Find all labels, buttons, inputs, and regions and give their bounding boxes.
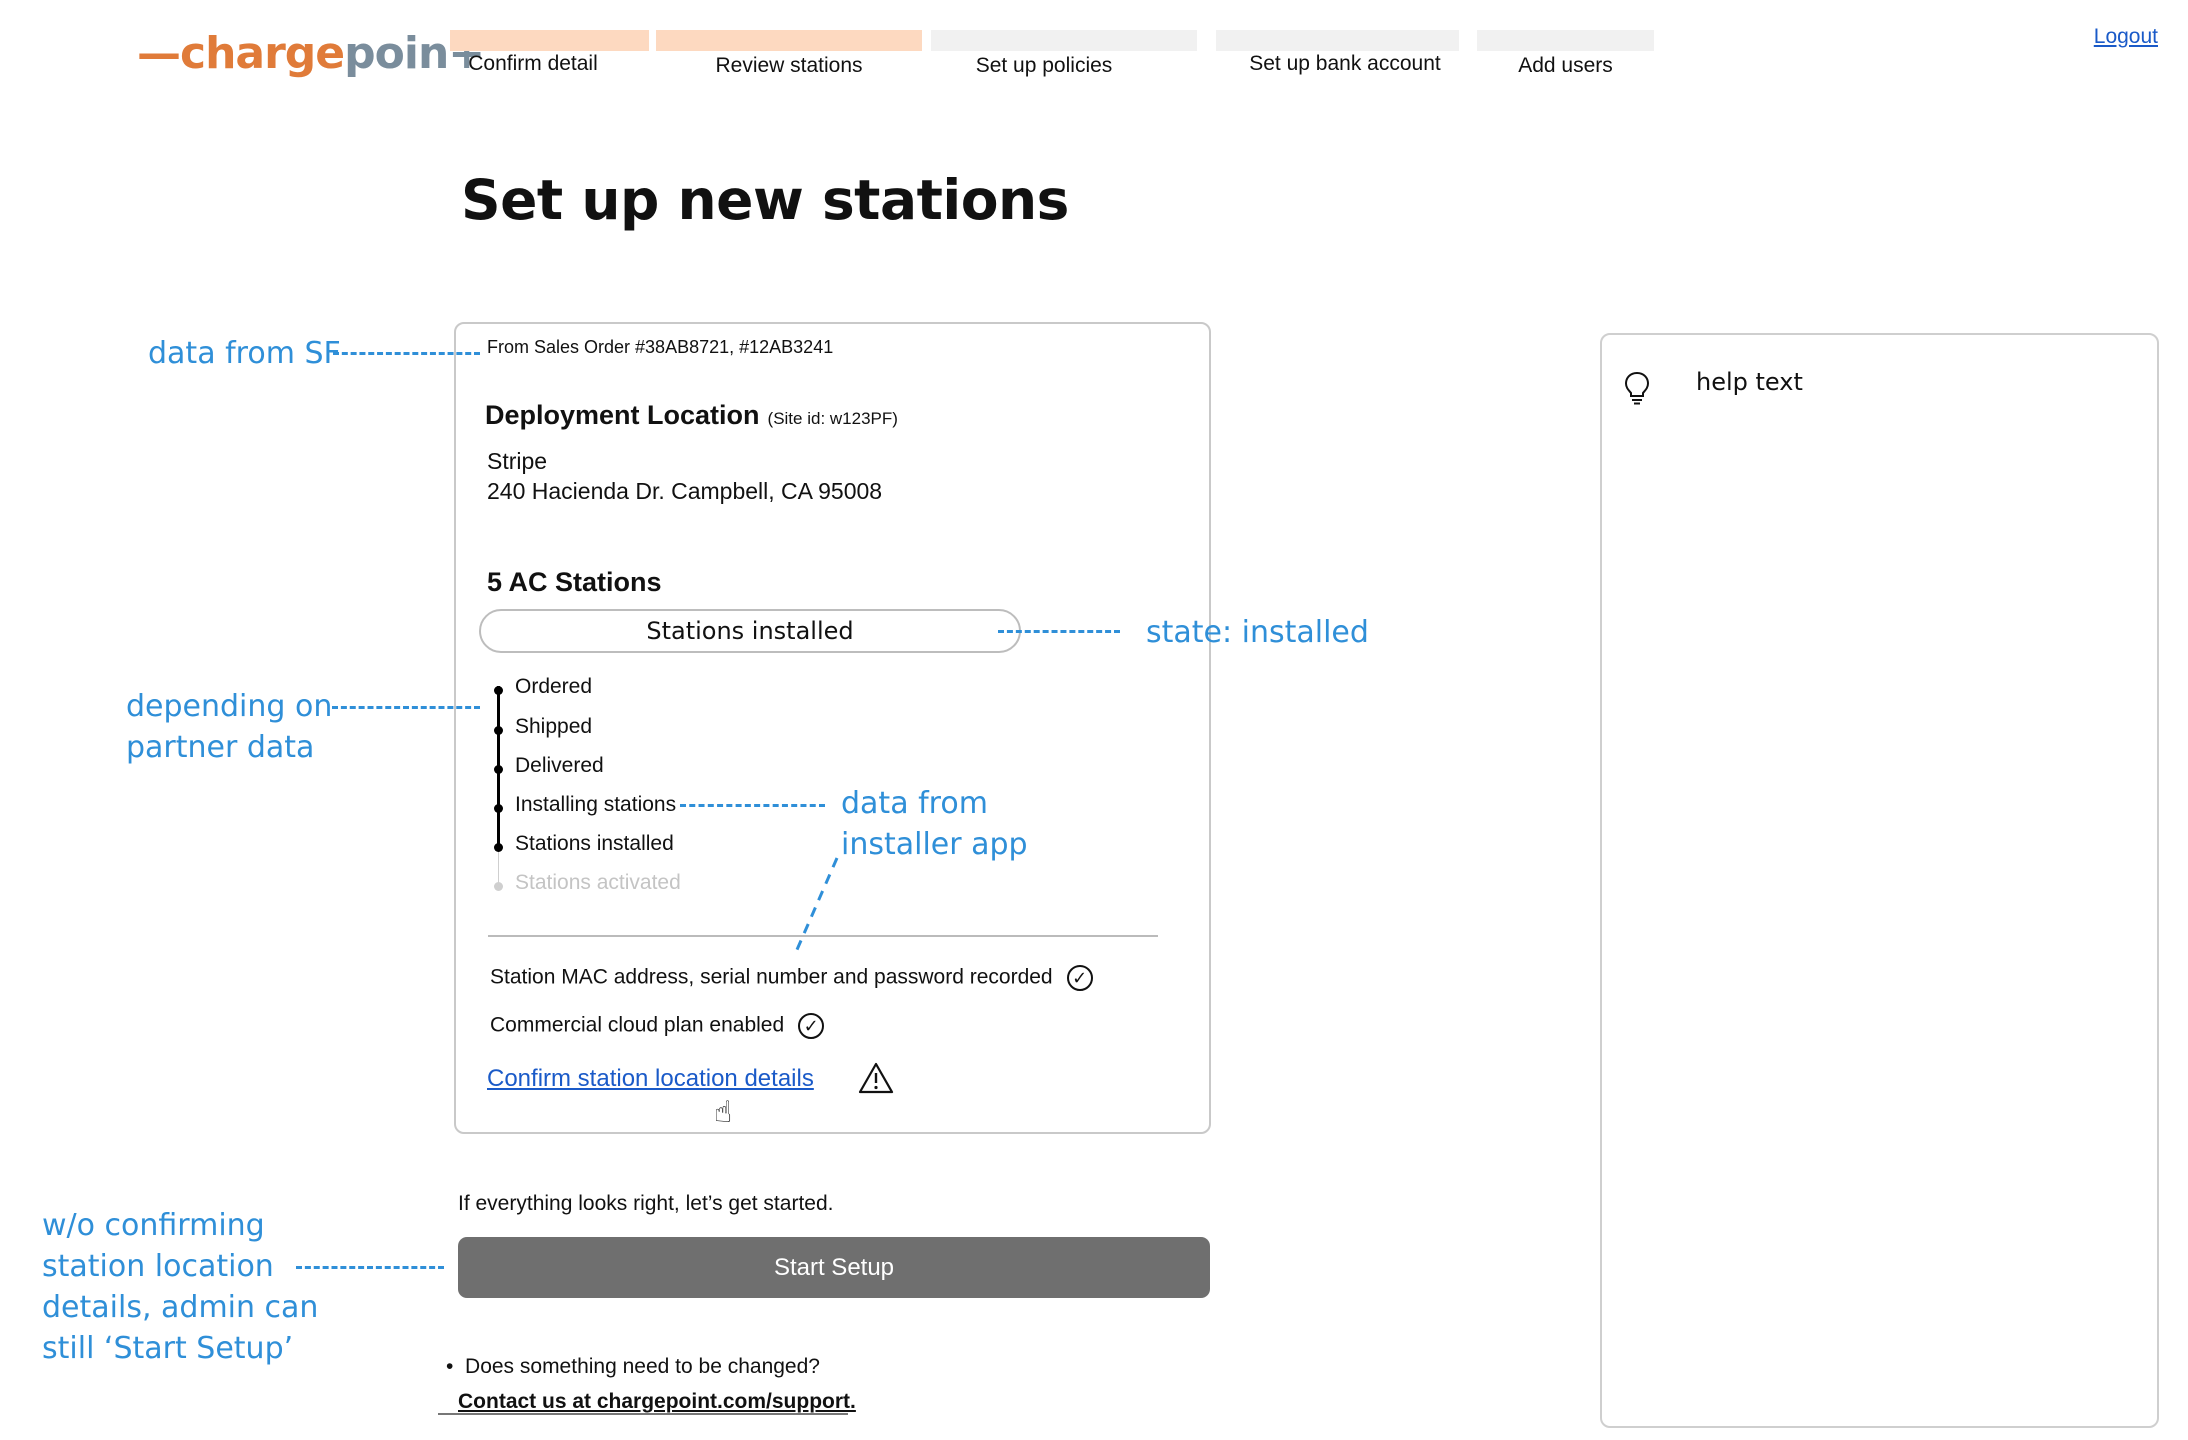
annotation-connector [296, 1266, 444, 1269]
start-setup-button[interactable]: Start Setup [458, 1237, 1210, 1298]
hand-pointer-icon: ☝ [714, 1095, 733, 1130]
timeline-dot [494, 686, 503, 695]
check-circle-icon: ✓ [798, 1013, 825, 1039]
step-bar-5 [1477, 30, 1654, 51]
chargepoint-logo: —chargepoin+ [137, 28, 485, 79]
step-review-stations[interactable]: Review stations [656, 54, 922, 78]
stations-count-heading: 5 AC Stations [487, 567, 662, 597]
annotation-connector-diagonal [794, 857, 839, 953]
annotation-woc-line4: still ‘Start Setup’ [42, 1331, 294, 1366]
deployment-location-heading: Deployment Location (Site id: w123PF) [485, 400, 898, 430]
sales-order-text: From Sales Order #38AB8721, #12AB3241 [487, 337, 834, 357]
step-set-up-bank-account[interactable]: Set up bank account [1216, 52, 1474, 76]
contact-support-link[interactable]: Contact us at chargepoint.com/support. [458, 1390, 856, 1414]
logout-link[interactable]: Logout [2094, 25, 2158, 49]
site-id: (Site id: w123PF) [767, 409, 898, 428]
annotation-connector [998, 630, 1120, 633]
step-bar-3 [931, 30, 1197, 51]
timeline-dot [494, 804, 503, 813]
timeline-dot [494, 843, 503, 852]
confirm-location-link[interactable]: Confirm station location details [487, 1065, 814, 1093]
check-circle-icon: ✓ [1066, 965, 1093, 991]
logo-wordmark: charge [180, 28, 345, 79]
cta-prompt: If everything looks right, let’s get sta… [458, 1192, 834, 1215]
annotation-connector [332, 706, 480, 709]
timeline-dot [494, 882, 503, 891]
annotation-connector [333, 352, 480, 355]
timeline-item-ordered: Ordered [515, 675, 593, 698]
help-panel [1600, 333, 2159, 1428]
step-bar-1 [450, 30, 649, 51]
step-confirm-detail[interactable]: Confirm detail [450, 52, 616, 76]
annotation-woc-line1: w/o confirming [42, 1208, 265, 1243]
timeline-item-installed: Stations installed [515, 832, 674, 855]
annotation-partner-data-line1: depending on [126, 689, 333, 724]
check-row-cloud-plan: Commercial cloud plan enabled ✓ [490, 1013, 825, 1039]
step-set-up-policies[interactable]: Set up policies [931, 54, 1157, 78]
timeline-dot [494, 726, 503, 735]
annotation-woc-line2: station location [42, 1249, 274, 1284]
help-title: help text [1696, 368, 1803, 396]
timeline-item-installing: Installing stations [515, 793, 677, 816]
step-bar-4 [1216, 30, 1459, 51]
annotation-installer-line1: data from [841, 786, 988, 821]
annotation-installer-line2: installer app [841, 827, 1028, 862]
annotation-partner-data-line2: partner data [126, 730, 315, 765]
timeline-item-shipped: Shipped [515, 715, 593, 738]
step-add-users[interactable]: Add users [1477, 54, 1654, 78]
change-question: • Does something need to be changed? [446, 1355, 820, 1378]
step-bar-2 [656, 30, 922, 51]
warning-icon [858, 1061, 894, 1100]
lightbulb-icon [1623, 370, 1651, 411]
annotation-woc-line3: details, admin can [42, 1290, 319, 1325]
status-pill: Stations installed [479, 609, 1021, 653]
check-row-mac: Station MAC address, serial number and p… [490, 965, 1093, 991]
timeline-dot [494, 765, 503, 774]
page-title: Set up new stations [461, 168, 1069, 232]
timeline-item-activated: Stations activated [515, 871, 681, 894]
annotation-state-installed: state: installed [1146, 615, 1369, 650]
address-text: 240 Hacienda Dr. Campbell, CA 95008 [487, 478, 883, 504]
company-name: Stripe [487, 448, 548, 474]
timeline-item-delivered: Delivered [515, 754, 604, 777]
annotation-connector [680, 804, 825, 807]
annotation-data-from-sf: data from SF [148, 336, 341, 371]
contact-underline [438, 1413, 848, 1415]
